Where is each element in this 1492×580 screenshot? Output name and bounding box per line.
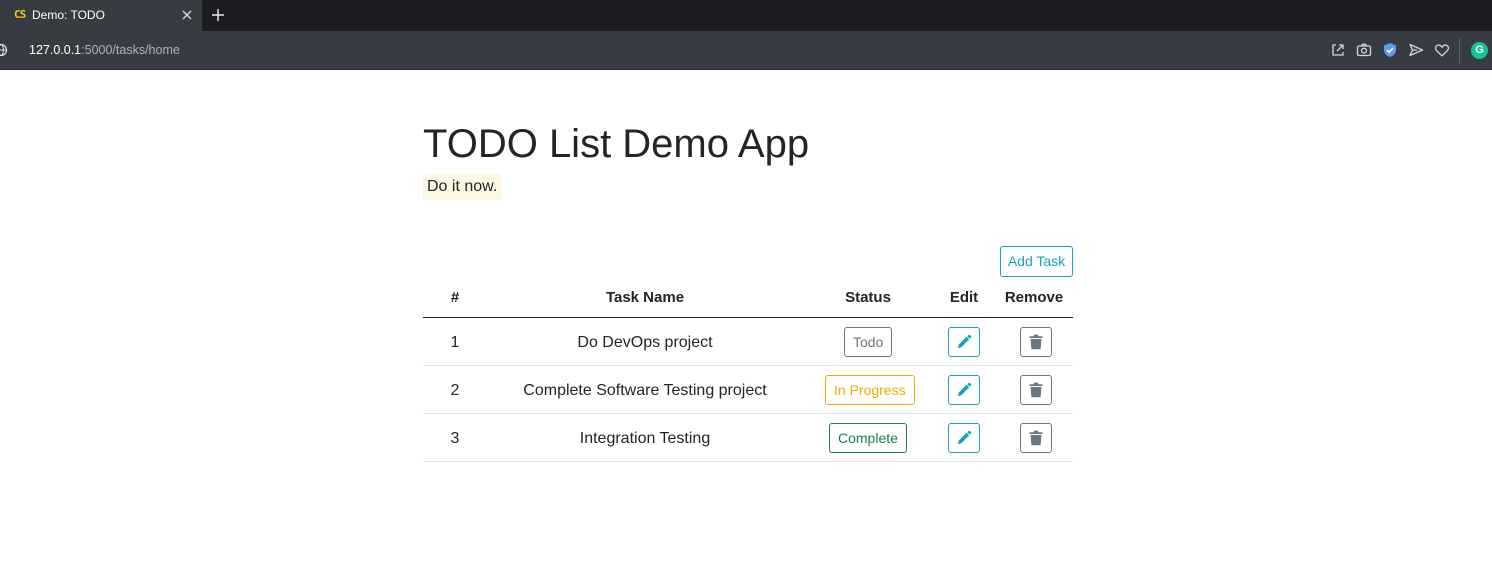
status-badge[interactable]: Complete bbox=[829, 423, 907, 453]
globe-icon[interactable] bbox=[0, 43, 8, 57]
new-tab-icon[interactable] bbox=[210, 7, 226, 23]
table-row: 3 Integration Testing Complete bbox=[423, 414, 1073, 462]
add-task-button[interactable]: Add Task bbox=[1000, 246, 1073, 277]
page-title: TODO List Demo App bbox=[423, 122, 810, 166]
task-number: 1 bbox=[450, 334, 460, 351]
shield-icon[interactable] bbox=[1382, 42, 1398, 58]
tab-close-icon[interactable] bbox=[180, 8, 194, 22]
table-row: 1 Do DevOps project Todo bbox=[423, 318, 1073, 366]
browser-tab[interactable]: CS Demo: TODO bbox=[0, 0, 202, 31]
remove-task-button[interactable] bbox=[1020, 375, 1052, 405]
status-badge[interactable]: In Progress bbox=[825, 375, 915, 405]
tab-title: Demo: TODO bbox=[32, 8, 105, 22]
edit-task-button[interactable] bbox=[948, 327, 980, 357]
url-path: :5000/tasks/home bbox=[81, 43, 180, 57]
header-number: # bbox=[450, 289, 460, 306]
send-icon[interactable] bbox=[1408, 42, 1424, 58]
trash-icon bbox=[1029, 382, 1043, 398]
header-task-name: Task Name bbox=[605, 289, 685, 306]
header-remove: Remove bbox=[1004, 289, 1064, 306]
trash-icon bbox=[1029, 334, 1043, 350]
header-edit: Edit bbox=[949, 289, 979, 306]
pencil-icon bbox=[958, 334, 972, 348]
url-host: 127.0.0.1 bbox=[29, 43, 82, 57]
task-name: Complete Software Testing project bbox=[523, 382, 767, 399]
page-subtitle: Do it now. bbox=[423, 174, 502, 200]
task-name: Do DevOps project bbox=[577, 334, 713, 351]
task-number: 2 bbox=[450, 382, 460, 399]
remove-task-button[interactable] bbox=[1020, 327, 1052, 357]
share-icon[interactable] bbox=[1330, 42, 1346, 58]
table-row: 2 Complete Software Testing project In P… bbox=[423, 366, 1073, 414]
remove-task-button[interactable] bbox=[1020, 423, 1052, 453]
address-bar[interactable]: 127.0.0.1:5000/tasks/home bbox=[29, 43, 180, 58]
browser-tab-strip: CS Demo: TODO bbox=[0, 0, 1492, 31]
table-header: # Task Name Status Edit Remove bbox=[423, 280, 1073, 318]
pencil-icon bbox=[958, 382, 972, 396]
status-badge[interactable]: Todo bbox=[844, 327, 893, 357]
tab-favicon-icon: CS bbox=[14, 8, 26, 21]
edit-task-button[interactable] bbox=[948, 375, 980, 405]
pencil-icon bbox=[958, 430, 972, 444]
task-name: Integration Testing bbox=[579, 430, 711, 447]
heart-icon[interactable] bbox=[1434, 42, 1450, 58]
toolbar-separator bbox=[1459, 38, 1460, 64]
grammarly-icon[interactable]: G bbox=[1471, 42, 1488, 59]
browser-toolbar: 127.0.0.1:5000/tasks/home G bbox=[0, 31, 1492, 70]
edit-task-button[interactable] bbox=[948, 423, 980, 453]
task-number: 3 bbox=[450, 430, 460, 447]
trash-icon bbox=[1029, 430, 1043, 446]
camera-icon[interactable] bbox=[1356, 42, 1372, 58]
tasks-table: # Task Name Status Edit Remove 1 Do DevO… bbox=[423, 280, 1073, 462]
header-status: Status bbox=[845, 289, 891, 306]
